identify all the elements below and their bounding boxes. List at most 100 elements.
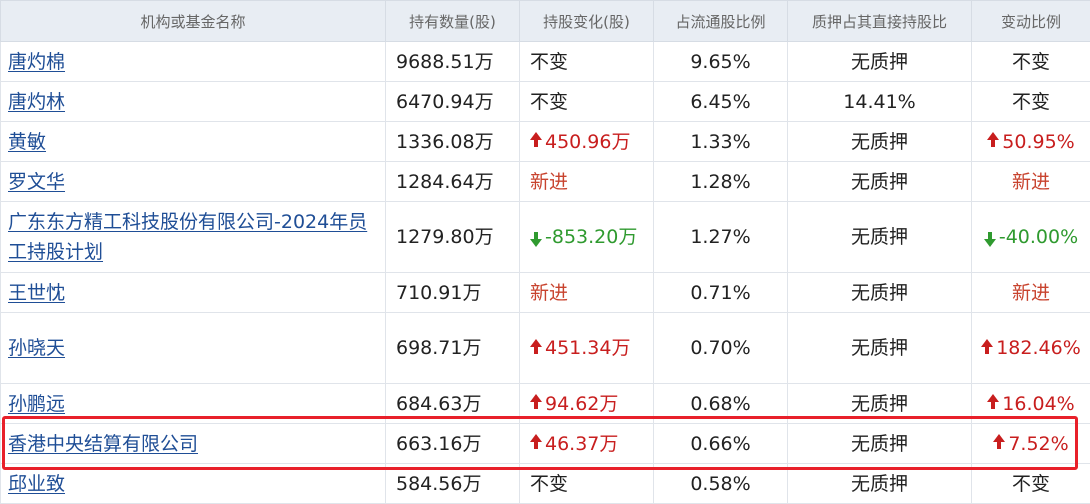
ratio-cell: 9.65% [653, 41, 788, 82]
qty-value: 1336.08万 [396, 130, 494, 153]
table-row: 孙鹏远 684.63万 94.62万 0.68% 无质押 16.04% [0, 383, 1090, 424]
ratio-cell: 0.58% [653, 463, 788, 504]
ratio-cell: 1.33% [653, 121, 788, 162]
holder-name-link[interactable]: 唐灼棉 [8, 51, 65, 73]
qty-cell: 6470.94万 [385, 81, 520, 122]
pledge-cell: 无质押 [787, 41, 972, 82]
change-cell: 46.37万 [519, 423, 654, 464]
holder-name-cell[interactable]: 罗文华 [0, 161, 386, 202]
variation-cell: 不变 [971, 81, 1090, 122]
qty-value: 698.71万 [396, 337, 482, 359]
qty-cell: 663.16万 [385, 423, 520, 464]
col-header-pledge[interactable]: 质押占其直接持股比 [787, 0, 972, 42]
change-value: 不变 [530, 90, 569, 113]
holder-name-link[interactable]: 黄敏 [8, 131, 46, 153]
qty-value: 9688.51万 [396, 50, 494, 73]
ratio-cell: 0.71% [653, 272, 788, 313]
table-row: 广东东方精工科技股份有限公司-2024年员工持股计划 1279.80万 -853.2… [0, 201, 1090, 273]
table-row: 唐灼棉 9688.51万 不变 9.65% 无质押 不变 [0, 41, 1090, 82]
holder-name-cell[interactable]: 孙晓天 [0, 312, 386, 384]
holder-name-link[interactable]: 罗文华 [8, 171, 65, 193]
pledge-cell: 无质押 [787, 463, 972, 504]
pledge-cell: 无质押 [787, 121, 972, 162]
col-header-qty[interactable]: 持有数量(股) [385, 0, 520, 42]
table-row: 香港中央结算有限公司 663.16万 46.37万 0.66% 无质押 7.52% [0, 423, 1090, 464]
holder-name-cell[interactable]: 邱业致 [0, 463, 386, 504]
table-row: 唐灼林 6470.94万 不变 6.45% 14.41% 不变 [0, 81, 1090, 122]
change-value: 不变 [530, 472, 569, 495]
qty-cell: 698.71万 [385, 312, 520, 384]
col-header-variation[interactable]: 变动比例 [971, 0, 1090, 42]
pledge-cell: 无质押 [787, 272, 972, 313]
arrow-up-icon [530, 132, 542, 147]
ratio-value: 0.70% [690, 337, 751, 359]
holder-name-cell[interactable]: 唐灼林 [0, 81, 386, 122]
holder-name-link[interactable]: 唐灼林 [8, 91, 65, 113]
holder-name-cell[interactable]: 唐灼棉 [0, 41, 386, 82]
holder-name-cell[interactable]: 香港中央结算有限公司 [0, 423, 386, 464]
variation-value: 50.95% [1002, 130, 1075, 153]
holder-name-cell[interactable]: 黄敏 [0, 121, 386, 162]
pledge-cell: 无质押 [787, 312, 972, 384]
ratio-value: 6.45% [690, 90, 751, 113]
pledge-cell: 无质押 [787, 161, 972, 202]
variation-cell: 新进 [971, 272, 1090, 313]
qty-value: 663.16万 [396, 432, 482, 455]
variation-value: 不变 [1011, 90, 1050, 113]
pledge-cell: 14.41% [787, 81, 972, 122]
change-cell: 450.96万 [519, 121, 654, 162]
ratio-value: 1.28% [690, 170, 751, 193]
qty-value: 710.91万 [396, 281, 482, 304]
arrow-down-icon [983, 231, 996, 247]
arrow-up-icon [530, 394, 542, 409]
qty-cell: 1284.64万 [385, 161, 520, 202]
arrow-up-icon [993, 434, 1006, 449]
ratio-value: 0.66% [690, 432, 751, 455]
holder-name-cell[interactable]: 孙鹏远 [0, 383, 386, 424]
change-cell: 新进 [519, 272, 654, 313]
change-value: 450.96万 [545, 130, 631, 153]
ratio-cell: 1.28% [653, 161, 788, 202]
pledge-value: 无质押 [850, 170, 908, 193]
variation-cell: 不变 [971, 463, 1090, 504]
pledge-value: 无质押 [850, 226, 908, 248]
qty-value: 1284.64万 [396, 170, 494, 193]
pledge-value: 14.41% [843, 90, 916, 113]
holder-name-cell[interactable]: 王世忱 [0, 272, 386, 313]
qty-value: 584.56万 [396, 472, 482, 495]
holder-name-link[interactable]: 孙鹏远 [8, 393, 65, 415]
ratio-value: 0.58% [690, 472, 751, 495]
arrow-up-icon [987, 394, 1000, 409]
change-value: 不变 [530, 50, 569, 73]
variation-value: 新进 [1011, 281, 1050, 304]
change-cell: 新进 [519, 161, 654, 202]
holder-name-link[interactable]: 广东东方精工科技股份有限公司-2024年员工持股计划 [8, 211, 367, 263]
col-header-ratio[interactable]: 占流通股比例 [653, 0, 788, 42]
qty-cell: 584.56万 [385, 463, 520, 504]
variation-value: 7.52% [1008, 432, 1069, 455]
variation-value: 182.46% [996, 337, 1081, 359]
holder-name-link[interactable]: 孙晓天 [8, 337, 65, 359]
ratio-cell: 1.27% [653, 201, 788, 273]
holder-name-cell[interactable]: 广东东方精工科技股份有限公司-2024年员工持股计划 [0, 201, 386, 273]
variation-cell: 不变 [971, 41, 1090, 82]
variation-cell: -40.00% [971, 201, 1090, 273]
qty-value: 6470.94万 [396, 90, 494, 113]
variation-value: 新进 [1011, 170, 1050, 193]
qty-cell: 1279.80万 [385, 201, 520, 273]
change-cell: 不变 [519, 463, 654, 504]
col-header-change[interactable]: 持股变化(股) [519, 0, 654, 42]
variation-cell: 新进 [971, 161, 1090, 202]
col-header-name[interactable]: 机构或基金名称 [0, 0, 386, 42]
holder-name-link[interactable]: 香港中央结算有限公司 [8, 433, 198, 455]
qty-value: 684.63万 [396, 392, 482, 415]
table-row: 罗文华 1284.64万 新进 1.28% 无质押 新进 [0, 161, 1090, 202]
header-row: 机构或基金名称 持有数量(股) 持股变化(股) 占流通股比例 质押占其直接持股比… [0, 0, 1090, 42]
change-value: 新进 [530, 170, 569, 193]
variation-value: 不变 [1011, 50, 1050, 73]
change-value: 94.62万 [545, 392, 619, 415]
holder-name-link[interactable]: 王世忱 [8, 282, 65, 304]
variation-cell: 50.95% [971, 121, 1090, 162]
holder-name-link[interactable]: 邱业致 [8, 473, 65, 495]
pledge-value: 无质押 [850, 50, 908, 73]
